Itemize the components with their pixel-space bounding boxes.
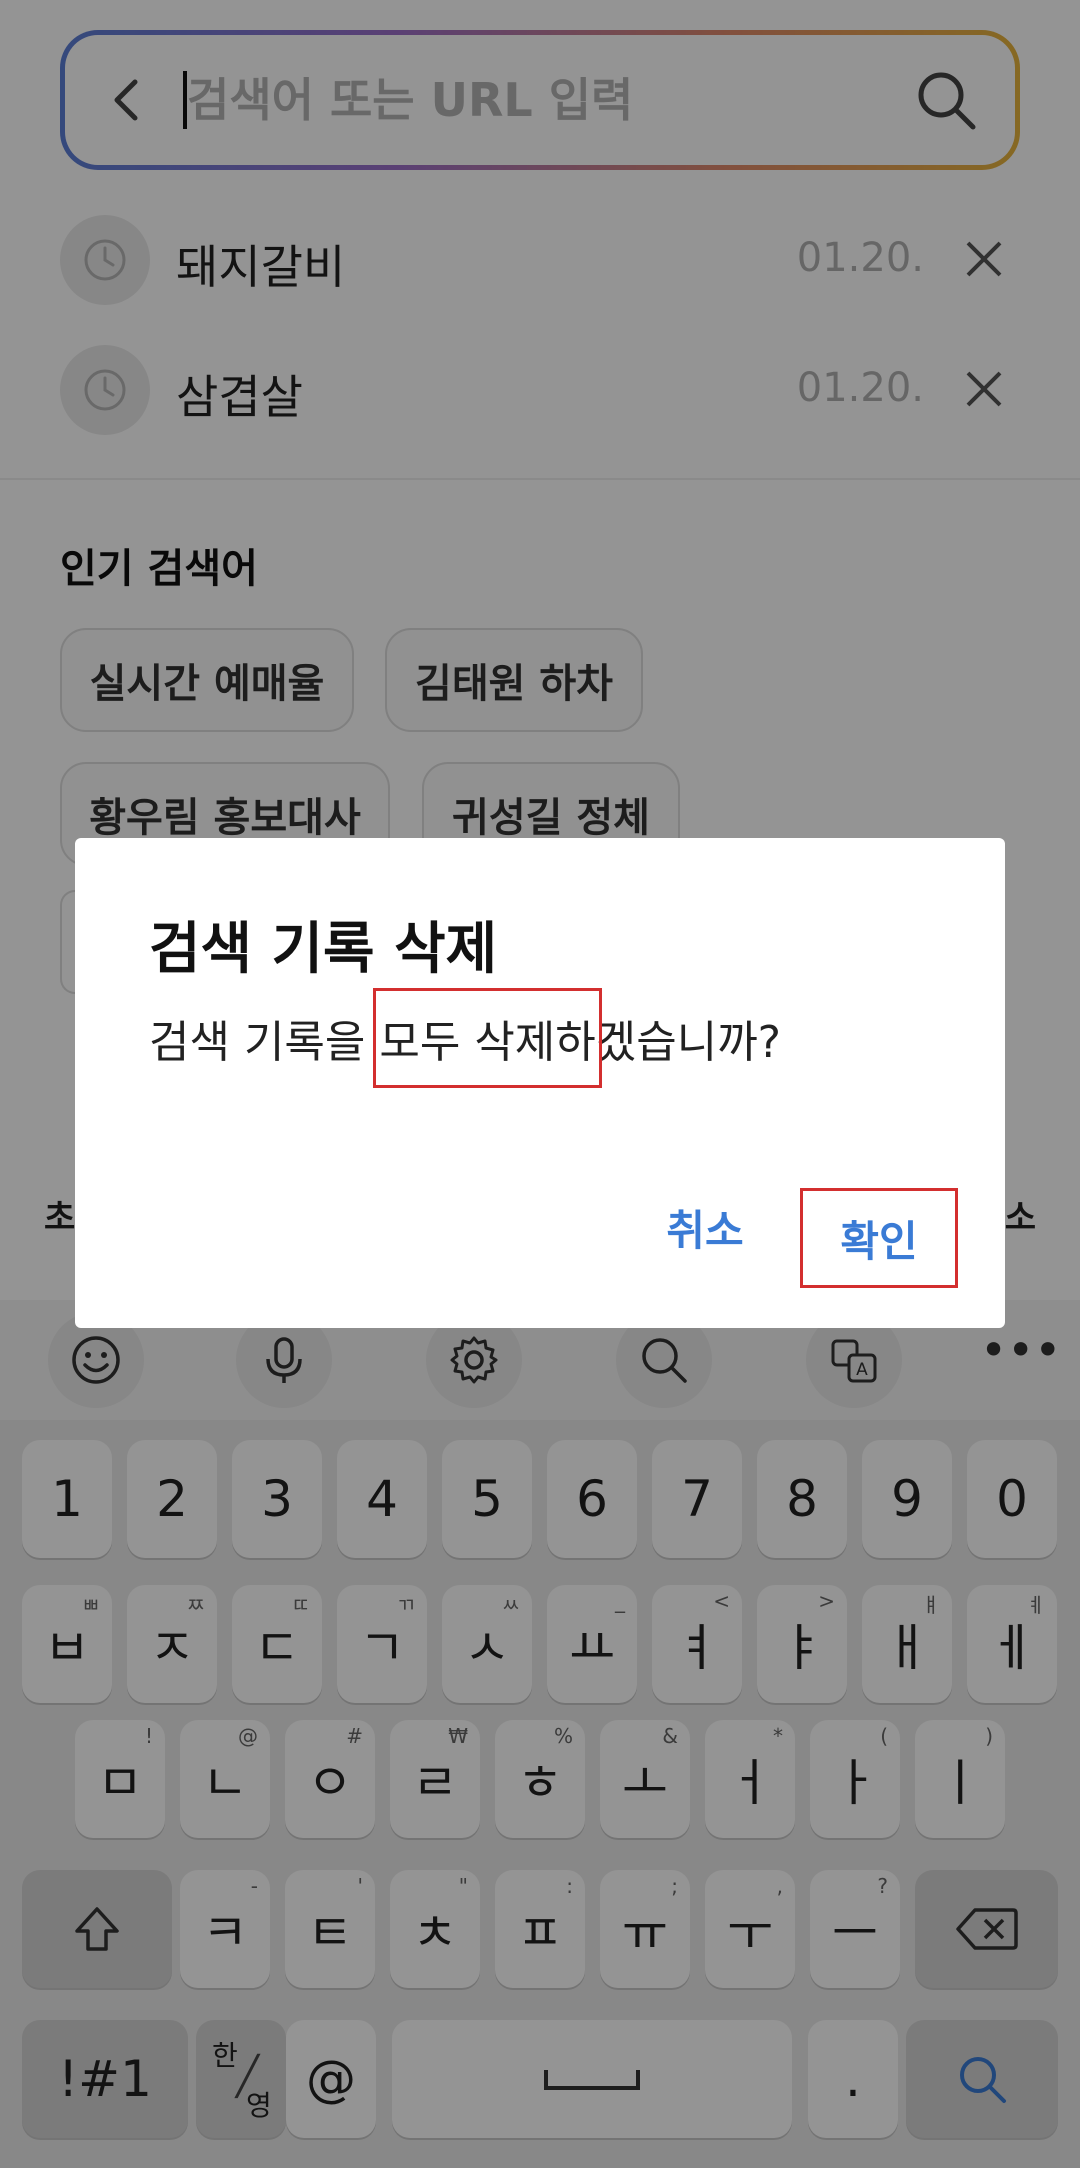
cancel-button[interactable]: 취소: [635, 1182, 775, 1272]
confirm-button[interactable]: 확인: [800, 1188, 958, 1288]
dialog-title: 검색 기록 삭제: [149, 917, 498, 982]
dialog-message-post: 겠습니까?: [595, 1017, 782, 1068]
dialog-message: 검색 기록을 모두 삭제하겠습니까?: [149, 988, 782, 1088]
delete-history-dialog: 검색 기록 삭제 검색 기록을 모두 삭제하겠습니까? 취소 확인: [75, 838, 1005, 1328]
dialog-message-highlight: 모두 삭제하: [373, 988, 603, 1088]
dialog-message-pre: 검색 기록을: [149, 1017, 380, 1068]
